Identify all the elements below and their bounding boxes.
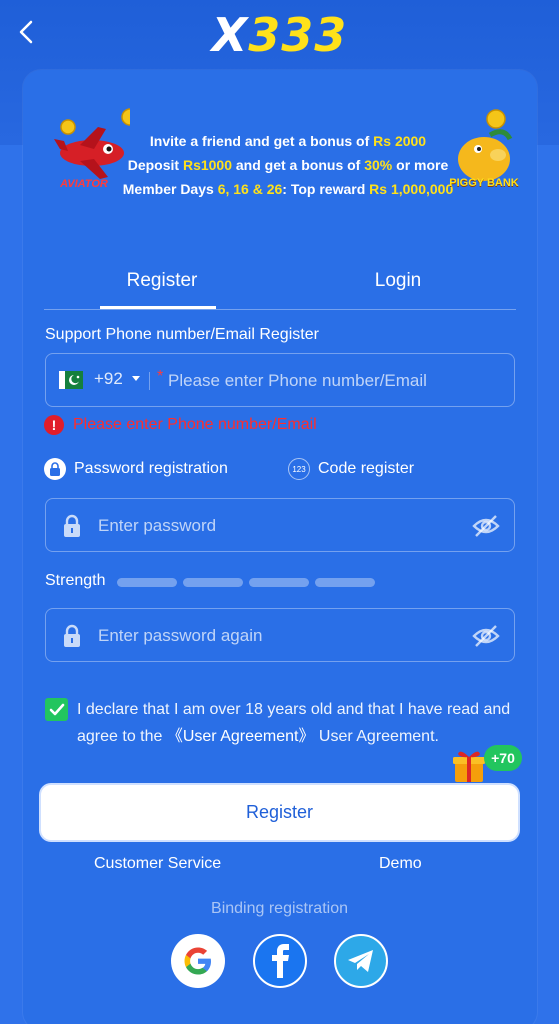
promo-highlight: Rs 1,000,000: [369, 181, 454, 197]
error-icon: !: [44, 415, 64, 435]
lock-icon: [64, 624, 80, 647]
demo-link[interactable]: Demo: [379, 855, 422, 873]
tab-login[interactable]: Login: [280, 262, 516, 310]
lock-icon: [64, 514, 80, 537]
strength-bar: [183, 578, 243, 587]
lock-icon: [44, 458, 66, 480]
pakistan-flag-icon: [59, 371, 83, 389]
piggy-bank-label: PIGGY BANK: [449, 177, 519, 189]
tab-register[interactable]: Register: [44, 262, 280, 310]
bonus-badge: +70: [484, 745, 522, 771]
declaration-suffix: User Agreement.: [314, 728, 439, 745]
aviator-label: AVIATOR: [60, 178, 108, 190]
auth-tabs: Register Login: [44, 262, 516, 310]
promo-text-segment: Deposit: [127, 157, 183, 173]
promo-text-segment: and get a bonus of: [232, 157, 365, 173]
promo-text-segment: or more: [392, 157, 449, 173]
crescent-star-icon: [69, 374, 80, 385]
age-declaration-text: I declare that I am over 18 years old an…: [77, 696, 522, 750]
promo-line-3: Member Days 6, 16 & 26: Top reward Rs 1,…: [118, 177, 458, 201]
confirm-password-input[interactable]: [98, 623, 458, 649]
country-code-select[interactable]: +92: [94, 369, 123, 389]
password-input[interactable]: [98, 513, 458, 539]
promo-text-segment: Member Days: [122, 181, 218, 197]
promo-line-1: Invite a friend and get a bonus of Rs 20…: [118, 129, 458, 153]
phone-field: +92 *: [45, 353, 515, 407]
telegram-login-button[interactable]: [334, 934, 388, 988]
promo-banner: AVIATOR Invite a friend and get a bonus …: [30, 105, 530, 205]
strength-bar: [117, 578, 177, 587]
app-logo: X333: [0, 8, 559, 62]
field-separator: [149, 372, 150, 390]
promo-text-segment: Invite a friend and get a bonus of: [149, 133, 374, 149]
strength-bar: [249, 578, 309, 587]
error-message: ! Please enter Phone number/Email: [44, 414, 317, 436]
code-register-option[interactable]: 123 Code register: [288, 457, 414, 481]
age-agreement-checkbox[interactable]: [45, 698, 68, 721]
support-label: Support Phone number/Email Register: [45, 326, 319, 343]
facebook-icon: [272, 944, 289, 978]
logo-number: 333: [248, 8, 348, 62]
checkmark-icon: [49, 703, 64, 715]
promo-text-segment: : Top reward: [282, 181, 370, 197]
strength-label: Strength: [45, 572, 106, 589]
facebook-login-button[interactable]: [253, 934, 307, 988]
customer-service-link[interactable]: Customer Service: [94, 855, 221, 873]
confirm-password-field: [45, 608, 515, 662]
tabs-divider: [44, 309, 516, 310]
register-button[interactable]: Register: [39, 783, 520, 842]
required-mark: *: [157, 368, 164, 385]
eye-off-icon[interactable]: [472, 624, 500, 648]
password-registration-option[interactable]: Password registration: [44, 457, 228, 481]
promo-text: Invite a friend and get a bonus of Rs 20…: [118, 129, 458, 201]
promo-highlight: Rs1000: [182, 157, 232, 173]
promo-highlight: 6, 16 & 26: [217, 181, 283, 197]
promo-line-2: Deposit Rs1000 and get a bonus of 30% or…: [118, 153, 458, 177]
telegram-icon: [348, 950, 373, 972]
google-icon: [184, 947, 211, 975]
user-agreement-link[interactable]: 《User Agreement》: [167, 728, 315, 745]
strength-bar: [315, 578, 375, 587]
google-login-button[interactable]: [171, 934, 225, 988]
promo-highlight: 30%: [364, 157, 393, 173]
password-field: [45, 498, 515, 552]
code-register-label: Code register: [318, 460, 415, 477]
error-text: Please enter Phone number/Email: [73, 416, 317, 433]
caret-down-icon[interactable]: [132, 376, 140, 381]
numeric-code-icon: 123: [288, 458, 310, 480]
binding-registration-label: Binding registration: [211, 900, 348, 917]
eye-off-icon[interactable]: [472, 514, 500, 538]
gift-box-icon: [453, 751, 485, 782]
phone-email-input[interactable]: [168, 368, 498, 394]
password-registration-label: Password registration: [74, 460, 228, 477]
promo-highlight: Rs 2000: [373, 133, 427, 149]
lock-glyph: [50, 462, 60, 476]
logo-letter: X: [211, 8, 249, 62]
